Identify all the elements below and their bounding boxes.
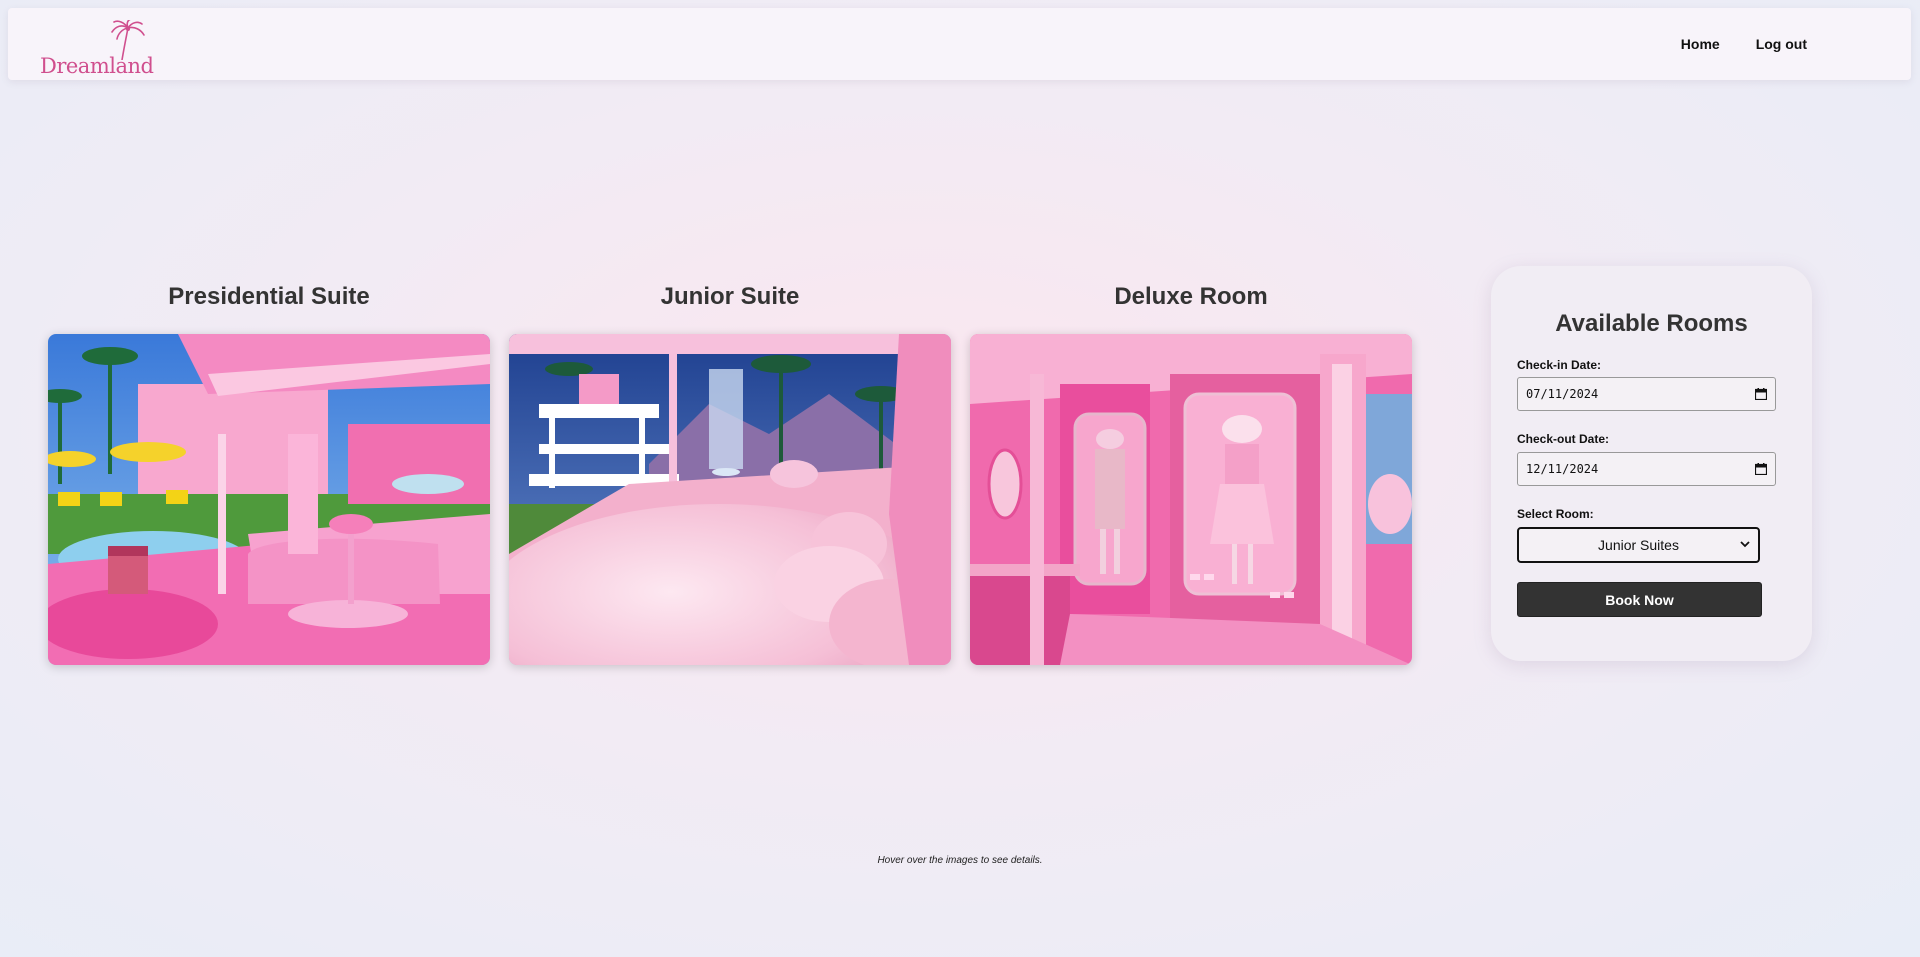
room-card-presidential: Presidential Suite: [48, 280, 490, 665]
deluxe-room-photo: [970, 334, 1412, 665]
room-card-junior: Junior Suite: [509, 280, 951, 665]
room-image-deluxe[interactable]: [970, 334, 1412, 665]
room-card-deluxe: Deluxe Room: [970, 280, 1412, 665]
chevron-down-icon: [1740, 541, 1750, 548]
junior-suite-photo: [509, 334, 951, 665]
room-image-junior[interactable]: [509, 334, 951, 665]
nav-links: Home Log out: [1681, 36, 1807, 52]
room-image-presidential[interactable]: [48, 334, 490, 665]
checkout-label: Check-out Date:: [1517, 432, 1610, 446]
checkin-date-value: 07/11/2024: [1526, 387, 1599, 401]
room-title: Deluxe Room: [1114, 283, 1268, 310]
presidential-suite-photo: [48, 334, 490, 665]
nav-logout-link[interactable]: Log out: [1756, 36, 1807, 52]
booking-title: Available Rooms: [1555, 310, 1748, 337]
calendar-icon[interactable]: [1755, 463, 1767, 475]
room-title: Presidential Suite: [168, 283, 370, 310]
book-now-button[interactable]: Book Now: [1517, 582, 1762, 617]
nav-home-link[interactable]: Home: [1681, 36, 1720, 52]
hover-hint-text: Hover over the images to see details.: [877, 855, 1043, 866]
checkout-date-input[interactable]: 12/11/2024: [1517, 452, 1776, 486]
checkin-date-input[interactable]: 07/11/2024: [1517, 377, 1776, 411]
room-title: Junior Suite: [660, 283, 800, 310]
checkin-label: Check-in Date:: [1517, 358, 1602, 372]
room-select-label: Select Room:: [1517, 507, 1594, 521]
top-navbar: Dreamland Home Log out: [8, 8, 1911, 80]
logo-wordmark: Dreamland: [40, 54, 154, 78]
booking-panel: Available Rooms Check-in Date: 07/11/202…: [1491, 266, 1812, 661]
calendar-icon[interactable]: [1755, 388, 1767, 400]
room-select-value: Junior Suites: [1598, 537, 1679, 553]
dreamland-logo[interactable]: Dreamland: [38, 20, 154, 78]
room-select[interactable]: Junior Suites: [1517, 527, 1760, 563]
checkout-date-value: 12/11/2024: [1526, 462, 1599, 476]
